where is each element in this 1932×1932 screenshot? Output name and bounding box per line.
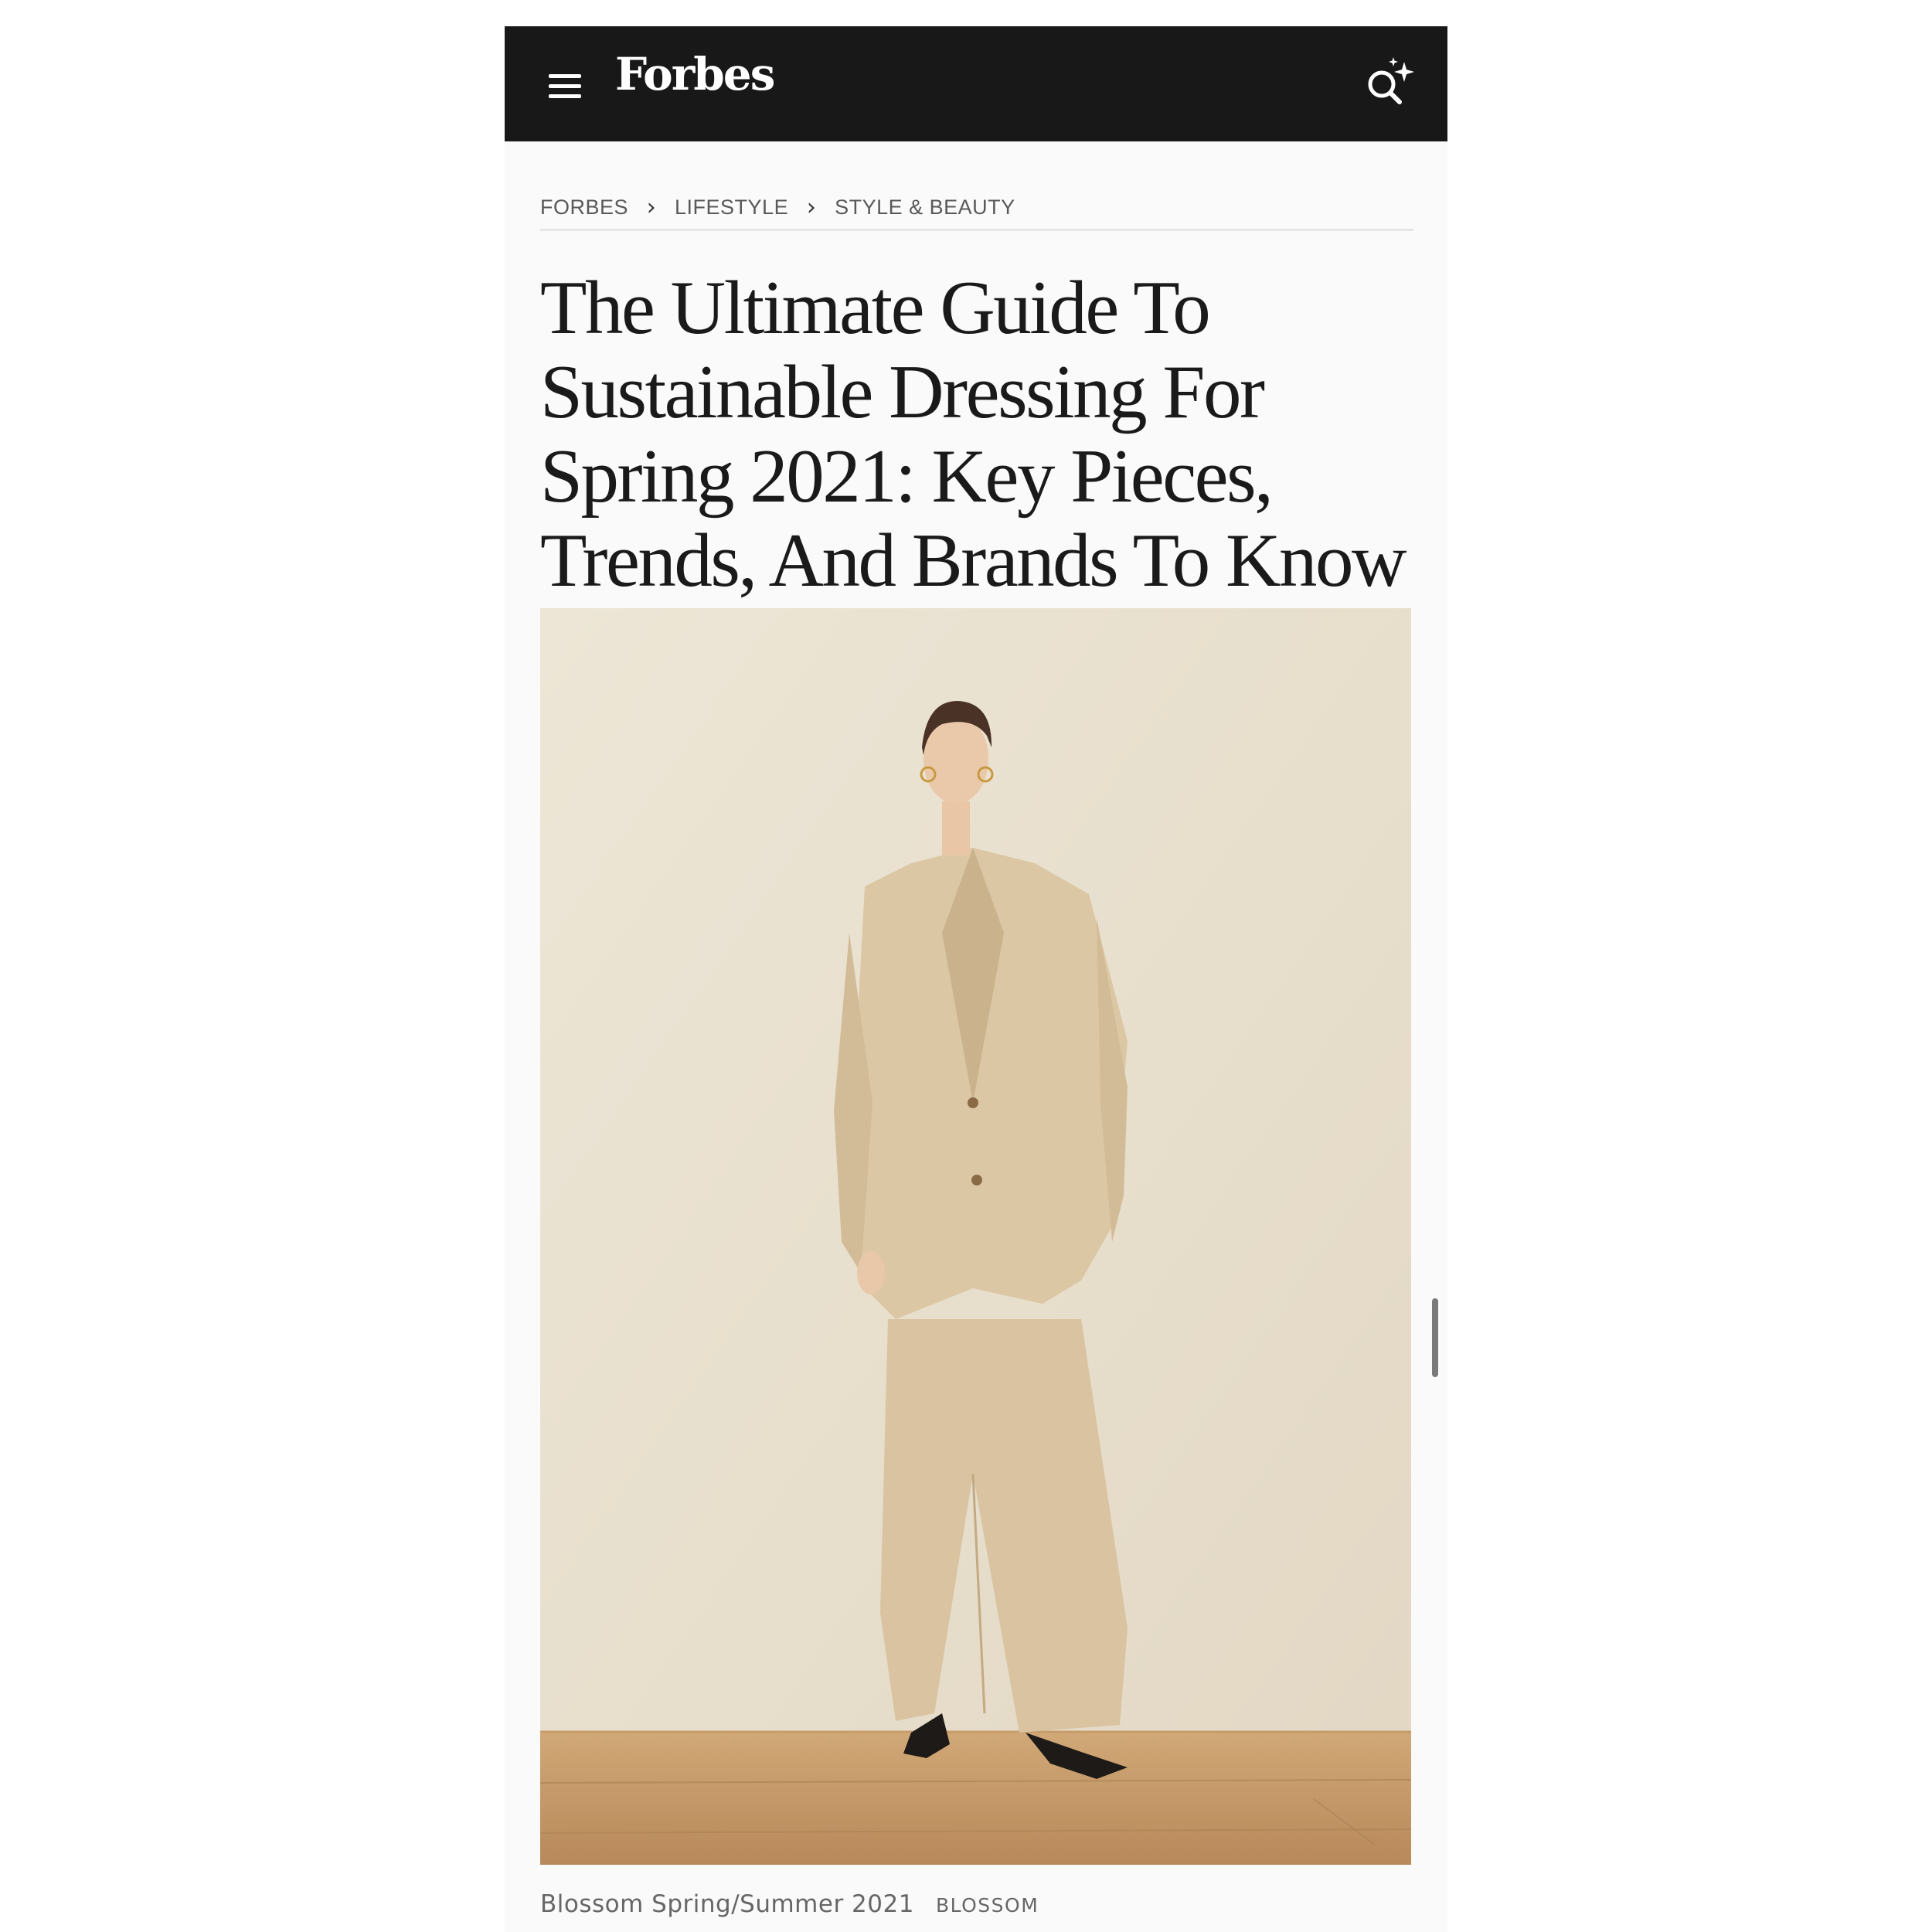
- breadcrumb-forbes[interactable]: FORBES: [540, 196, 628, 219]
- breadcrumb: FORBES › LIFESTYLE › STYLE & BEAUTY: [540, 184, 1413, 230]
- top-nav-bar: Forbes: [505, 26, 1447, 141]
- forbes-logo[interactable]: Forbes: [615, 48, 775, 100]
- image-caption: Blossom Spring/Summer 2021 BLOSSOM: [540, 1890, 1039, 1918]
- breadcrumb-style-beauty[interactable]: STYLE & BEAUTY: [835, 196, 1015, 219]
- breadcrumb-lifestyle[interactable]: LIFESTYLE: [675, 196, 788, 219]
- breadcrumb-divider: [540, 229, 1413, 231]
- scrollbar-thumb[interactable]: [1432, 1298, 1438, 1377]
- chevron-right-icon: ›: [806, 193, 817, 221]
- photo-credit: BLOSSOM: [935, 1894, 1039, 1917]
- caption-text: Blossom Spring/Summer 2021: [540, 1890, 914, 1918]
- article-page: Forbes FORBES › LIFESTYLE › STYLE & BEAU…: [505, 26, 1447, 1932]
- article-headline: The Ultimate Guide To Sustainable Dressi…: [540, 266, 1406, 603]
- chevron-right-icon: ›: [646, 193, 657, 221]
- article-hero-image: [540, 608, 1411, 1865]
- ai-search-icon[interactable]: [1361, 42, 1423, 111]
- menu-icon[interactable]: [547, 66, 586, 102]
